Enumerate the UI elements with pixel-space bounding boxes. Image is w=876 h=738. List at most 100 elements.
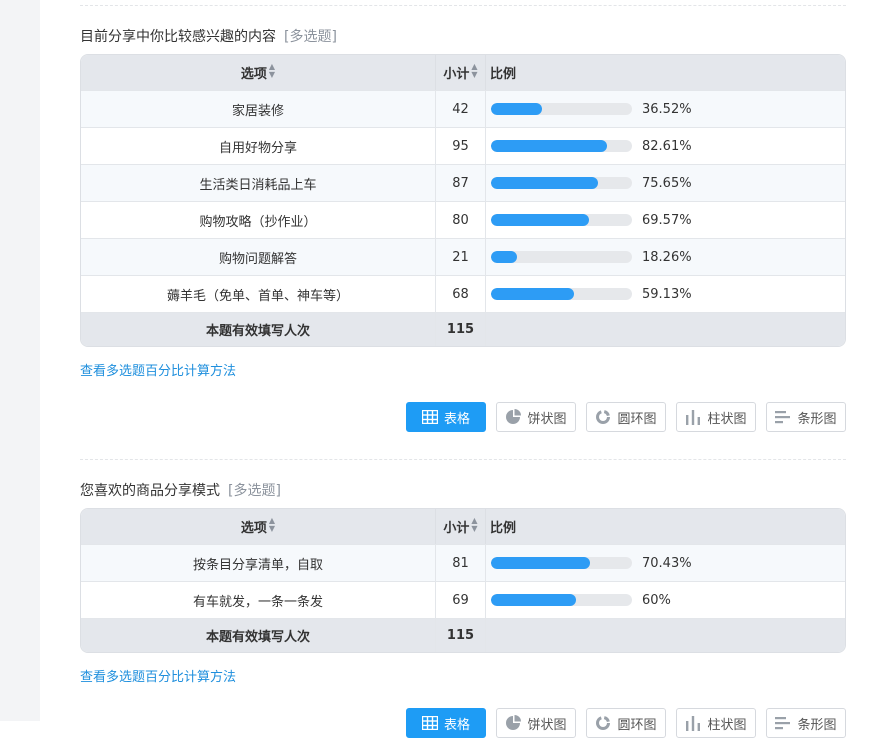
table-row: 薅羊毛（免单、首单、神车等） 68 59.13% — [81, 275, 845, 312]
ring-chart-button[interactable]: 圆环图 — [586, 708, 666, 738]
pie-chart-button[interactable]: 饼状图 — [496, 402, 576, 432]
total-row: 本题有效填写人次 115 — [81, 312, 845, 346]
bar-chart-label: 条形图 — [797, 717, 837, 733]
percent-label: 82.61% — [642, 138, 692, 154]
percent-bar — [491, 140, 632, 152]
percent-bar — [491, 103, 632, 115]
ring-chart-label: 圆环图 — [617, 411, 657, 427]
table-icon — [421, 410, 438, 424]
bar-chart-label: 条形图 — [797, 411, 837, 427]
pie-chart-button[interactable]: 饼状图 — [496, 708, 576, 738]
chart-type-toolbar: 表格 饼状图 圆环图 柱状图 条形图 — [80, 708, 846, 738]
ratio-cell: 18.26% — [486, 238, 845, 275]
header-ratio: 比例 — [486, 55, 845, 90]
ring-chart-button[interactable]: 圆环图 — [586, 402, 666, 432]
percent-label: 60% — [642, 592, 671, 608]
header-ratio-label: 比例 — [490, 521, 517, 536]
percent-bar — [491, 251, 632, 263]
table-row: 生活类日消耗品上车 87 75.65% — [81, 164, 845, 201]
sort-icon[interactable]: ▲ ▼ — [471, 63, 477, 79]
total-count: 115 — [436, 312, 486, 346]
option-cell: 家居装修 — [81, 90, 436, 127]
percent-bar — [491, 594, 632, 606]
percent-bar-fill — [491, 103, 543, 115]
count-cell: 80 — [436, 201, 486, 238]
percent-label: 70.43% — [642, 555, 692, 571]
header-option-label: 选项 — [240, 521, 267, 536]
count-cell: 68 — [436, 275, 486, 312]
count-cell: 69 — [436, 581, 486, 618]
percent-label: 75.65% — [642, 175, 692, 191]
total-empty — [486, 312, 845, 346]
percent-bar-fill — [491, 214, 590, 226]
percent-bar-fill — [491, 288, 575, 300]
table-header-row: 选项▲ ▼ 小计▲ ▼ 比例 — [81, 509, 845, 544]
result-table: 选项▲ ▼ 小计▲ ▼ 比例 按条目分享清单，自取 81 70.43% 有车就发，一条一条… — [80, 508, 846, 653]
percent-bar-fill — [491, 177, 598, 189]
table-header-row: 选项▲ ▼ 小计▲ ▼ 比例 — [81, 55, 845, 90]
question-title: 目前分享中你比较感兴趣的内容 [多选题] — [80, 26, 846, 48]
total-empty — [486, 618, 845, 652]
sort-icon[interactable]: ▲ ▼ — [269, 517, 275, 533]
header-count-label: 小计 — [443, 67, 470, 82]
percent-label: 59.13% — [642, 286, 692, 302]
header-option[interactable]: 选项▲ ▼ — [81, 509, 436, 544]
percent-bar — [491, 177, 632, 189]
header-ratio-label: 比例 — [490, 67, 517, 82]
question-title-text: 目前分享中你比较感兴趣的内容 — [80, 29, 276, 45]
header-count[interactable]: 小计▲ ▼ — [436, 509, 486, 544]
bar-chart-icon — [775, 411, 791, 424]
question-block-1: 目前分享中你比较感兴趣的内容 [多选题] 选项▲ ▼ 小计▲ ▼ 比例 家居装修 42 3… — [80, 5, 846, 432]
table-row: 购物攻略（抄作业） 80 69.57% — [81, 201, 845, 238]
calc-method-link[interactable]: 查看多选题百分比计算方法 — [80, 668, 846, 688]
bar-chart-icon — [775, 717, 791, 730]
divider — [80, 459, 846, 460]
count-cell: 42 — [436, 90, 486, 127]
column-chart-button[interactable]: 柱状图 — [676, 402, 756, 432]
table-row: 有车就发，一条一条发 69 60% — [81, 581, 845, 618]
count-cell: 87 — [436, 164, 486, 201]
percent-label: 36.52% — [642, 101, 692, 117]
option-cell: 薅羊毛（免单、首单、神车等） — [81, 275, 436, 312]
question-type-tag: [多选题] — [284, 29, 337, 45]
option-cell: 自用好物分享 — [81, 127, 436, 164]
total-count: 115 — [436, 618, 486, 652]
column-chart-label: 柱状图 — [707, 411, 747, 427]
ratio-cell: 75.65% — [486, 164, 845, 201]
pie-chart-icon — [506, 715, 522, 730]
total-label: 本题有效填写人次 — [81, 312, 436, 346]
table-view-button[interactable]: 表格 — [406, 402, 486, 432]
option-cell: 按条目分享清单，自取 — [81, 544, 436, 581]
table-row: 按条目分享清单，自取 81 70.43% — [81, 544, 845, 581]
sort-icon[interactable]: ▲ ▼ — [269, 63, 275, 79]
question-title-text: 您喜欢的商品分享模式 — [80, 483, 220, 499]
result-table: 选项▲ ▼ 小计▲ ▼ 比例 家居装修 42 36.52% 自用好物分享 95 82.61% 生… — [80, 54, 846, 347]
pie-chart-label: 饼状图 — [527, 717, 567, 733]
table-row: 家居装修 42 36.52% — [81, 90, 845, 127]
table-view-label: 表格 — [443, 717, 470, 733]
table-row: 自用好物分享 95 82.61% — [81, 127, 845, 164]
calc-method-link[interactable]: 查看多选题百分比计算方法 — [80, 362, 846, 382]
column-chart-icon — [686, 410, 701, 425]
column-chart-button[interactable]: 柱状图 — [676, 708, 756, 738]
total-label: 本题有效填写人次 — [81, 618, 436, 652]
percent-bar-fill — [491, 557, 591, 569]
table-view-label: 表格 — [443, 411, 470, 427]
ratio-cell: 36.52% — [486, 90, 845, 127]
question-title: 您喜欢的商品分享模式 [多选题] — [80, 480, 846, 502]
bar-chart-button[interactable]: 条形图 — [766, 402, 846, 432]
table-row: 购物问题解答 21 18.26% — [81, 238, 845, 275]
table-body: 按条目分享清单，自取 81 70.43% 有车就发，一条一条发 69 60% 本题有效填写人… — [81, 544, 845, 652]
header-count[interactable]: 小计▲ ▼ — [436, 55, 486, 90]
percent-label: 69.57% — [642, 212, 692, 228]
percent-bar-fill — [491, 251, 517, 263]
bar-chart-button[interactable]: 条形图 — [766, 708, 846, 738]
sort-icon[interactable]: ▲ ▼ — [471, 517, 477, 533]
ratio-cell: 69.57% — [486, 201, 845, 238]
header-option[interactable]: 选项▲ ▼ — [81, 55, 436, 90]
percent-bar-fill — [491, 594, 576, 606]
table-view-button[interactable]: 表格 — [406, 708, 486, 738]
pie-chart-label: 饼状图 — [527, 411, 567, 427]
percent-bar — [491, 288, 632, 300]
total-row: 本题有效填写人次 115 — [81, 618, 845, 652]
